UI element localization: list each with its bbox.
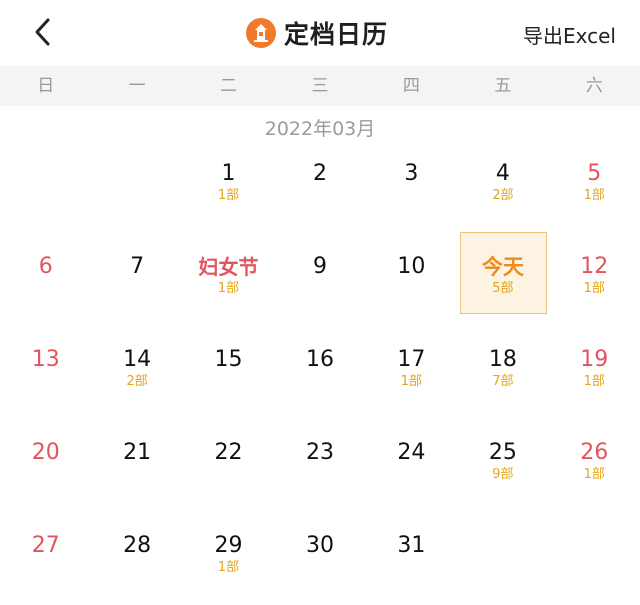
release-count: 2部: [492, 188, 514, 203]
day-label: 29: [214, 533, 243, 558]
day-label: 20: [31, 440, 60, 465]
day-cell[interactable]: 4 2部: [457, 140, 548, 233]
weekday-thu: 四: [402, 76, 420, 96]
day-cell[interactable]: 21: [91, 419, 182, 512]
release-count: 5部: [492, 281, 514, 296]
weekday-header: 日 一 二 三 四 五 六: [0, 66, 640, 106]
day-label: 3: [404, 161, 419, 186]
release-count: 1部: [583, 467, 605, 482]
release-count: 1部: [583, 281, 605, 296]
day-label: 28: [123, 533, 152, 558]
day-label: 12: [580, 254, 609, 279]
day-cell[interactable]: 30: [274, 512, 365, 605]
day-label: 23: [305, 440, 334, 465]
day-label: 7: [130, 254, 145, 279]
weekday-mon: 一: [128, 76, 146, 96]
day-cell[interactable]: 6: [0, 233, 91, 326]
weekday-sat: 六: [585, 76, 603, 96]
day-cell[interactable]: 28: [91, 512, 182, 605]
day-label: 19: [580, 347, 609, 372]
day-label: 14: [123, 347, 152, 372]
day-cell[interactable]: 31: [366, 512, 457, 605]
release-count: 1部: [583, 188, 605, 203]
release-count: 1部: [217, 281, 240, 296]
day-label: 9: [312, 254, 327, 279]
day-label: 6: [38, 254, 53, 279]
top-bar: 定档日历 导出Excel: [0, 0, 640, 66]
day-cell[interactable]: 5 1部: [549, 140, 640, 233]
day-cell[interactable]: 9: [274, 233, 365, 326]
day-cell[interactable]: 22: [183, 419, 274, 512]
day-label: 16: [305, 347, 334, 372]
month-label: 2022年03月: [264, 118, 376, 140]
day-cell[interactable]: 27: [0, 512, 91, 605]
day-label: 21: [123, 440, 152, 465]
day-cell[interactable]: 10: [366, 233, 457, 326]
day-cell[interactable]: 今天 5部: [457, 233, 548, 326]
back-button[interactable]: [26, 14, 62, 50]
release-count: 7部: [492, 374, 514, 389]
day-cell[interactable]: 29 1部: [183, 512, 274, 605]
day-label: 10: [397, 254, 426, 279]
chevron-left-icon: [35, 18, 50, 46]
day-cell[interactable]: 2: [274, 140, 365, 233]
release-count: 1部: [217, 188, 240, 203]
day-label: 1: [221, 161, 236, 186]
day-cell[interactable]: 13: [0, 326, 91, 419]
day-cell[interactable]: 17 1部: [366, 326, 457, 419]
day-cell[interactable]: 妇女节 1部: [183, 233, 274, 326]
day-label: 22: [214, 440, 243, 465]
day-label: 30: [305, 533, 334, 558]
release-count: 1部: [583, 374, 605, 389]
day-cell[interactable]: 23: [274, 419, 365, 512]
weekday-fri: 五: [494, 76, 512, 96]
day-cell[interactable]: 3: [366, 140, 457, 233]
day-label: 今天: [481, 255, 524, 279]
day-label: 17: [397, 347, 426, 372]
page-title: 定档日历: [284, 20, 389, 49]
day-label: 5: [587, 161, 602, 186]
day-label: 27: [31, 533, 60, 558]
weekday-sun: 日: [37, 76, 55, 96]
lighthouse-icon: [246, 18, 276, 48]
day-label: 24: [397, 440, 426, 465]
release-count: 1部: [217, 560, 240, 575]
day-cell[interactable]: 25 9部: [457, 419, 548, 512]
export-excel-button[interactable]: 导出Excel: [523, 20, 616, 49]
weekday-tue: 二: [220, 76, 238, 96]
day-cell[interactable]: 1 1部: [183, 140, 274, 233]
day-cell[interactable]: 7: [91, 233, 182, 326]
day-label: 妇女节: [198, 255, 259, 279]
release-count: 1部: [400, 374, 423, 389]
release-count: 2部: [126, 374, 148, 389]
release-count: 9部: [492, 467, 514, 482]
day-cell[interactable]: 18 7部: [457, 326, 548, 419]
day-cell[interactable]: 19 1部: [549, 326, 640, 419]
day-label: 26: [580, 440, 609, 465]
title-area: 定档日历: [246, 15, 388, 51]
day-cell[interactable]: 15: [183, 326, 274, 419]
day-cell[interactable]: 16: [274, 326, 365, 419]
day-cell[interactable]: 24: [366, 419, 457, 512]
day-label: 13: [31, 347, 60, 372]
day-label: 4: [495, 161, 510, 186]
weekday-wed: 三: [311, 76, 329, 96]
day-label: 15: [214, 347, 243, 372]
day-cell[interactable]: 12 1部: [549, 233, 640, 326]
day-label: 31: [397, 533, 426, 558]
day-label: 25: [488, 440, 517, 465]
day-cell[interactable]: 26 1部: [549, 419, 640, 512]
day-cell[interactable]: 14 2部: [91, 326, 182, 419]
day-label: 2: [312, 161, 327, 186]
day-cell[interactable]: 20: [0, 419, 91, 512]
day-label: 18: [488, 347, 517, 372]
